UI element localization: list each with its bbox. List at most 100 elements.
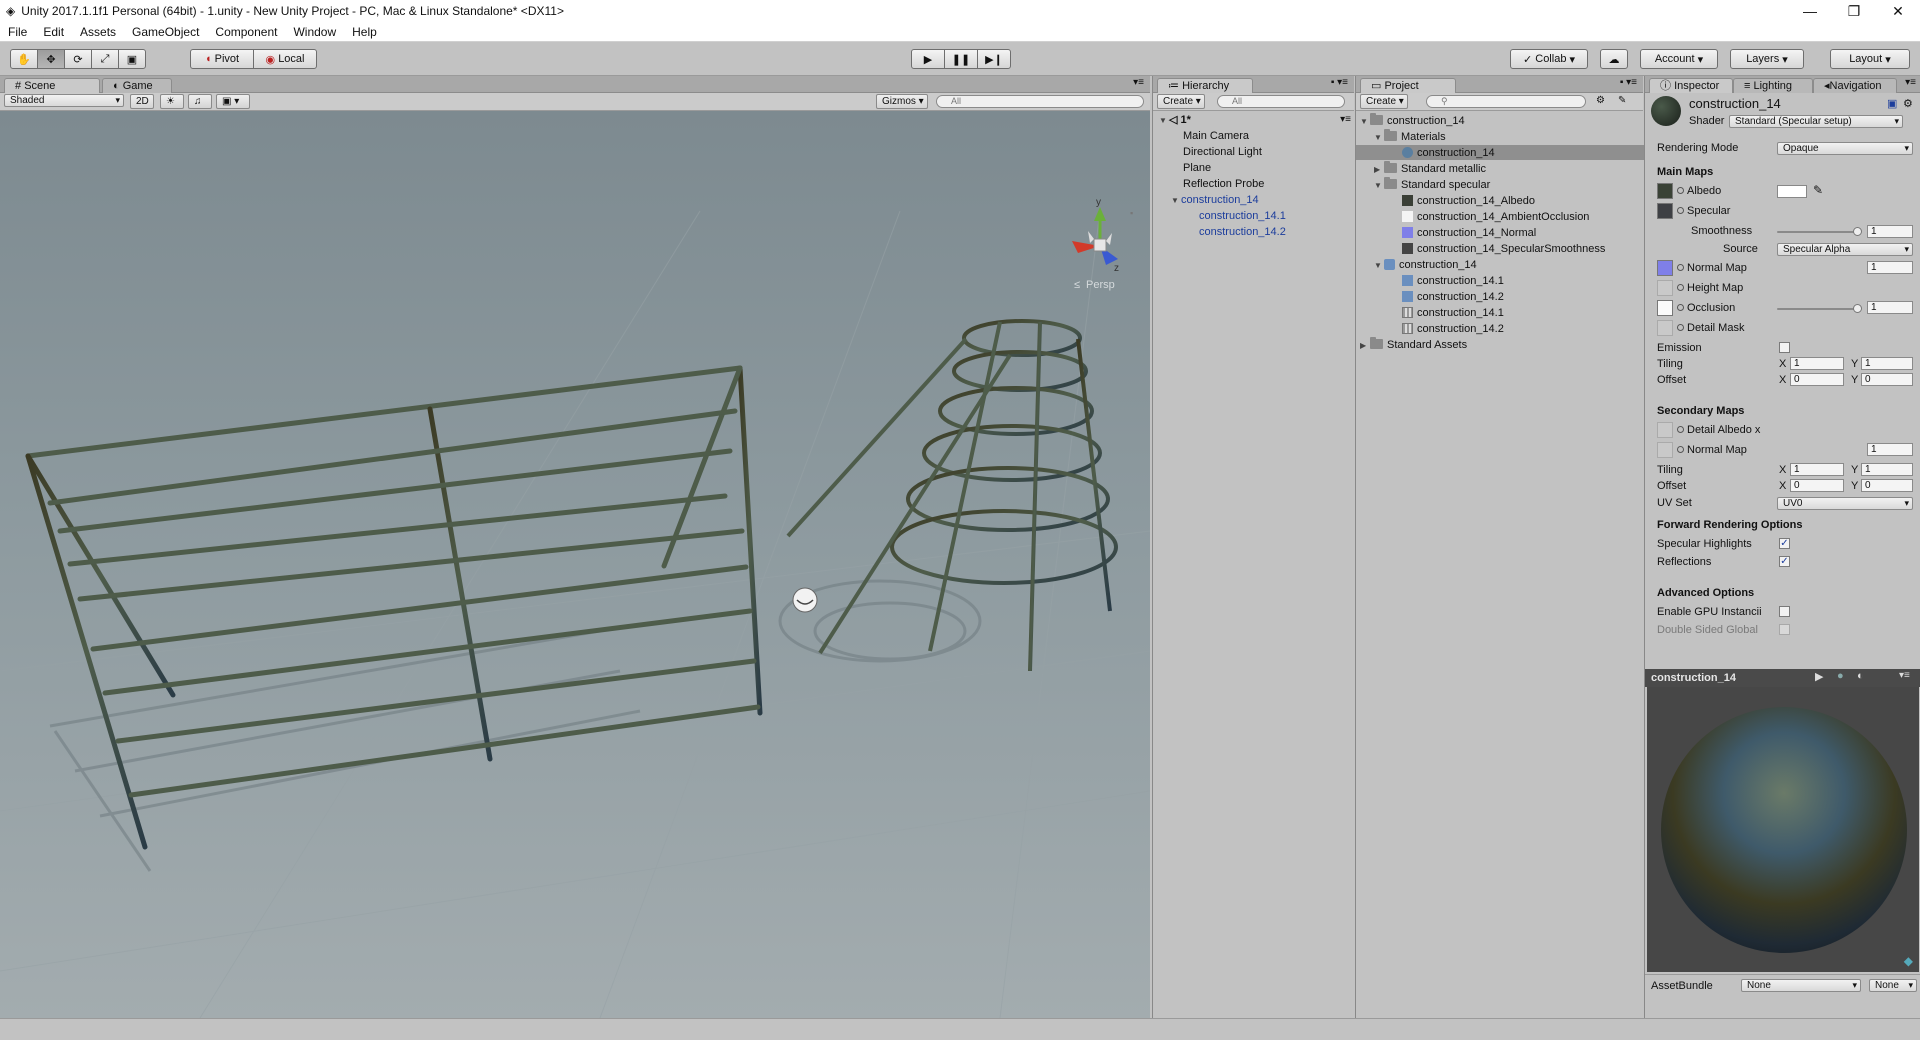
hierarchy-item-plane[interactable]: Plane — [1183, 161, 1211, 175]
uv-set-dropdown[interactable]: UV0 — [1777, 497, 1913, 510]
panel-menu-icon[interactable]: ▾≡ — [1133, 77, 1144, 88]
audio-toggle[interactable]: ♫ — [188, 94, 212, 109]
scene-viewport[interactable]: y z ≤ Persp ▪ — [0, 111, 1150, 1018]
menu-window[interactable]: Window — [285, 25, 344, 39]
smoothness-slider-knob[interactable] — [1853, 227, 1862, 236]
hierarchy-item-construction-14-2[interactable]: construction_14.2 — [1199, 225, 1286, 239]
menu-help[interactable]: Help — [344, 25, 385, 39]
preview-play-icon[interactable]: ▶ — [1815, 670, 1823, 683]
tiling-y-field[interactable]: 1 — [1861, 357, 1913, 370]
shader-dropdown[interactable]: Standard (Specular setup) — [1729, 115, 1903, 128]
normal-scale-field[interactable]: 1 — [1867, 261, 1913, 274]
rendering-mode-dropdown[interactable]: Opaque — [1777, 142, 1913, 155]
detail-normal-scale-field[interactable]: 1 — [1867, 443, 1913, 456]
occlusion-slider[interactable] — [1777, 308, 1857, 310]
project-folder-standard-assets[interactable]: ▶ Standard Assets — [1360, 337, 1467, 353]
tab-project[interactable]: ▭ Project — [1360, 78, 1456, 93]
normal-map-texture-slot[interactable] — [1657, 260, 1673, 276]
specular-highlights-checkbox[interactable]: ✓ — [1779, 538, 1790, 549]
project-meshdata-construction-14-1[interactable]: construction_14.1 — [1402, 306, 1504, 320]
albedo-texture-slot[interactable] — [1657, 183, 1673, 199]
inspector-menu-icon[interactable]: ▾≡ — [1905, 77, 1916, 88]
object-picker-icon[interactable] — [1677, 446, 1684, 453]
hierarchy-item-reflection-probe[interactable]: Reflection Probe — [1183, 177, 1264, 191]
tab-game[interactable]: ◐ Game — [102, 78, 172, 93]
tiling-x-field[interactable]: 1 — [1790, 357, 1844, 370]
layers-button[interactable]: Layers ▾ — [1730, 49, 1804, 69]
lighting-toggle[interactable]: ☀ — [160, 94, 184, 109]
occlusion-slider-knob[interactable] — [1853, 304, 1862, 313]
maximize-button[interactable]: ❐ — [1832, 0, 1876, 22]
hierarchy-item-main-camera[interactable]: Main Camera — [1183, 129, 1249, 143]
project-mesh-construction-14-2[interactable]: construction_14.2 — [1402, 290, 1504, 304]
hierarchy-search-input[interactable]: All — [1217, 95, 1345, 108]
settings-gear-icon[interactable]: ⚙ — [1903, 97, 1913, 110]
effects-dropdown[interactable]: ▣ ▾ — [216, 94, 250, 109]
project-folder-standard-metallic[interactable]: ▶ Standard metallic — [1374, 161, 1486, 177]
project-material-construction-14[interactable]: construction_14 — [1402, 146, 1495, 160]
reflection-probe-gizmo[interactable] — [792, 587, 818, 613]
smoothness-field[interactable]: 1 — [1867, 225, 1913, 238]
filter-by-type-icon[interactable]: ⚙ — [1596, 95, 1605, 106]
menu-edit[interactable]: Edit — [35, 25, 72, 39]
tab-hierarchy[interactable]: ≔ Hierarchy — [1157, 78, 1253, 93]
project-texture-albedo[interactable]: construction_14_Albedo — [1402, 194, 1535, 208]
scale-tool-button[interactable]: ⤢ — [91, 49, 119, 69]
asset-bundle-dropdown[interactable]: None — [1741, 979, 1861, 992]
tab-navigation[interactable]: ◂Navigation — [1813, 78, 1897, 93]
project-folder-materials[interactable]: ▼ Materials — [1374, 129, 1446, 145]
tab-scene[interactable]: # Scene — [4, 78, 100, 93]
material-preview-area[interactable]: ◆ — [1647, 687, 1919, 972]
object-picker-icon[interactable] — [1677, 426, 1684, 433]
project-mesh-construction-14-1[interactable]: construction_14.1 — [1402, 274, 1504, 288]
preview-menu-icon[interactable]: ▾≡ — [1899, 670, 1910, 681]
offset-x-field[interactable]: 0 — [1790, 373, 1844, 386]
gizmos-dropdown[interactable]: Gizmos ▾ — [876, 94, 928, 109]
tiling2-x-field[interactable]: 1 — [1790, 463, 1844, 476]
shading-dropdown[interactable]: Shaded — [4, 94, 124, 107]
tab-lighting[interactable]: ≡ Lighting — [1733, 78, 1813, 93]
scene-root-row[interactable]: ▼ ◁ 1* ▾≡ — [1159, 113, 1351, 128]
hierarchy-item-construction-14[interactable]: ▼ construction_14 — [1171, 193, 1259, 208]
offset-y-field[interactable]: 0 — [1861, 373, 1913, 386]
layout-button[interactable]: Layout ▾ — [1830, 49, 1910, 69]
menu-file[interactable]: File — [0, 25, 35, 39]
pause-button[interactable]: ❚❚ — [944, 49, 978, 69]
tiling2-y-field[interactable]: 1 — [1861, 463, 1913, 476]
hierarchy-create-button[interactable]: Create ▾ — [1157, 94, 1205, 109]
help-book-icon[interactable]: ▣ — [1887, 97, 1897, 110]
object-picker-icon[interactable] — [1677, 324, 1684, 331]
gpu-instancing-checkbox[interactable] — [1779, 606, 1790, 617]
rotate-tool-button[interactable]: ⟳ — [64, 49, 92, 69]
reflections-checkbox[interactable]: ✓ — [1779, 556, 1790, 567]
object-picker-icon[interactable] — [1677, 284, 1684, 291]
project-menu-icon[interactable]: ▪ ▾≡ — [1620, 77, 1637, 88]
project-meshdata-construction-14-2[interactable]: construction_14.2 — [1402, 322, 1504, 336]
occlusion-field[interactable]: 1 — [1867, 301, 1913, 314]
filter-by-label-icon[interactable]: ✎ — [1618, 95, 1626, 106]
preview-tag-icon[interactable]: ◆ — [1904, 954, 1913, 968]
tab-inspector[interactable]: ⓘ Inspector — [1649, 78, 1733, 93]
account-button[interactable]: Account ▾ — [1640, 49, 1718, 69]
detail-normal-texture-slot[interactable] — [1657, 442, 1673, 458]
project-texture-specular[interactable]: construction_14_SpecularSmoothness — [1402, 242, 1605, 256]
project-search-input[interactable]: ⚲ — [1426, 95, 1586, 108]
move-tool-button[interactable]: ✥ — [37, 49, 65, 69]
preview-sphere-icon[interactable]: ● — [1837, 670, 1844, 682]
scene-menu-icon[interactable]: ▾≡ — [1340, 113, 1351, 127]
menu-component[interactable]: Component — [207, 25, 285, 39]
height-map-texture-slot[interactable] — [1657, 280, 1673, 296]
step-button[interactable]: ▶❙ — [977, 49, 1011, 69]
object-picker-icon[interactable] — [1677, 187, 1684, 194]
object-picker-icon[interactable] — [1677, 207, 1684, 214]
project-texture-ao[interactable]: construction_14_AmbientOcclusion — [1402, 210, 1589, 224]
hierarchy-menu-icon[interactable]: ▪ ▾≡ — [1331, 77, 1348, 88]
rect-tool-button[interactable]: ▣ — [118, 49, 146, 69]
2d-toggle[interactable]: 2D — [130, 94, 154, 109]
offset2-x-field[interactable]: 0 — [1790, 479, 1844, 492]
emission-checkbox[interactable] — [1779, 342, 1790, 353]
object-picker-icon[interactable] — [1677, 304, 1684, 311]
collab-button[interactable]: ✓ Collab ▾ — [1510, 49, 1588, 69]
project-folder-standard-specular[interactable]: ▼ Standard specular — [1374, 177, 1490, 193]
close-button[interactable]: ✕ — [1876, 0, 1920, 22]
